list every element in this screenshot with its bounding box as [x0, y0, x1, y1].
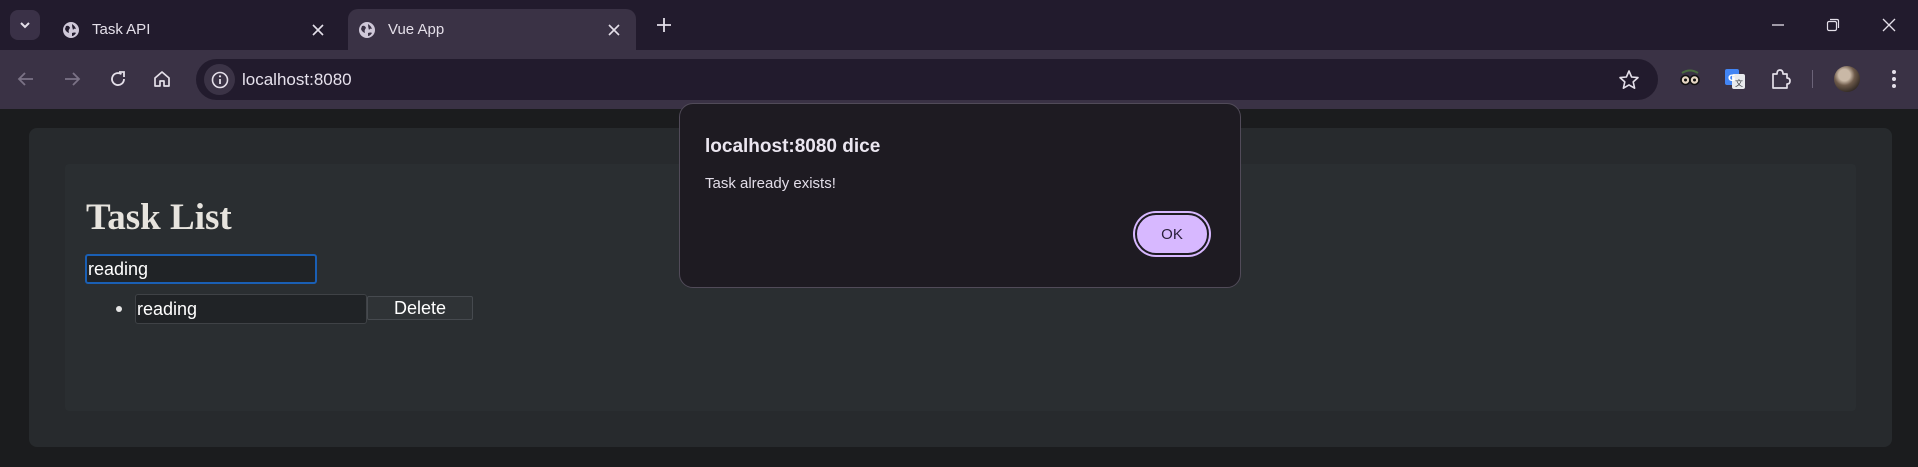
dialog-title: localhost:8080 dice: [705, 136, 881, 157]
arrow-right-icon: [65, 72, 81, 86]
page-title: Task List: [86, 197, 232, 238]
close-icon: [608, 23, 620, 36]
browser-menu-button[interactable]: [1880, 65, 1908, 93]
glasses-extension-button[interactable]: [1676, 65, 1704, 93]
url-text: localhost:8080: [242, 70, 352, 89]
restore-icon: [1826, 18, 1840, 32]
alert-dialog: localhost:8080 dice Task already exists!…: [679, 103, 1241, 288]
task-list: Delete: [85, 294, 473, 324]
translate-extension-button[interactable]: G 文: [1721, 65, 1749, 93]
tab-strip: Task API Vue App: [0, 0, 1918, 50]
restore-button[interactable]: [1818, 10, 1848, 40]
toolbar-separator: [1812, 70, 1813, 88]
task-name-input[interactable]: [135, 294, 367, 324]
site-info-button[interactable]: [204, 64, 235, 95]
reload-button[interactable]: [102, 63, 134, 95]
minimize-button[interactable]: [1763, 10, 1793, 40]
close-window-button[interactable]: [1874, 10, 1904, 40]
svg-text:文: 文: [1735, 78, 1743, 88]
delete-button[interactable]: Delete: [367, 296, 473, 320]
globe-icon: [359, 21, 375, 38]
new-tab-button[interactable]: [650, 11, 678, 39]
browser-toolbar: localhost:8080 G 文: [0, 50, 1918, 109]
extensions-button[interactable]: [1766, 65, 1794, 93]
new-task-input[interactable]: [85, 254, 317, 284]
tab-task-api[interactable]: Task API: [50, 9, 340, 50]
address-bar[interactable]: localhost:8080: [196, 59, 1658, 100]
close-icon: [312, 23, 324, 36]
tab-close-button[interactable]: [600, 16, 628, 44]
reload-icon: [111, 71, 125, 86]
home-button[interactable]: [146, 63, 178, 95]
forward-button[interactable]: [56, 63, 88, 95]
ok-button[interactable]: OK: [1135, 213, 1209, 255]
list-item: Delete: [85, 294, 473, 324]
home-icon: [154, 71, 170, 87]
tab-close-button[interactable]: [304, 16, 332, 44]
translate-extension-icon: G 文: [1725, 69, 1745, 89]
plus-icon: [657, 18, 671, 32]
dialog-message: Task already exists!: [705, 175, 836, 192]
list-bullet: [116, 306, 122, 312]
star-icon[interactable]: [1618, 69, 1640, 91]
tab-vue-app[interactable]: Vue App: [348, 9, 636, 50]
back-button[interactable]: [10, 63, 42, 95]
puzzle-icon: [1772, 69, 1791, 89]
minimize-icon: [1772, 24, 1784, 26]
tab-search-button[interactable]: [10, 10, 40, 40]
close-icon: [1882, 18, 1896, 32]
kebab-menu-icon: [1892, 70, 1896, 88]
globe-icon: [63, 21, 79, 38]
tab-title: Task API: [92, 21, 151, 38]
tab-title: Vue App: [388, 21, 445, 38]
arrow-left-icon: [17, 72, 33, 86]
avatar[interactable]: [1834, 66, 1860, 92]
chevron-down-icon: [20, 22, 30, 29]
glasses-extension-icon: [1680, 69, 1700, 86]
info-icon: [211, 71, 228, 88]
